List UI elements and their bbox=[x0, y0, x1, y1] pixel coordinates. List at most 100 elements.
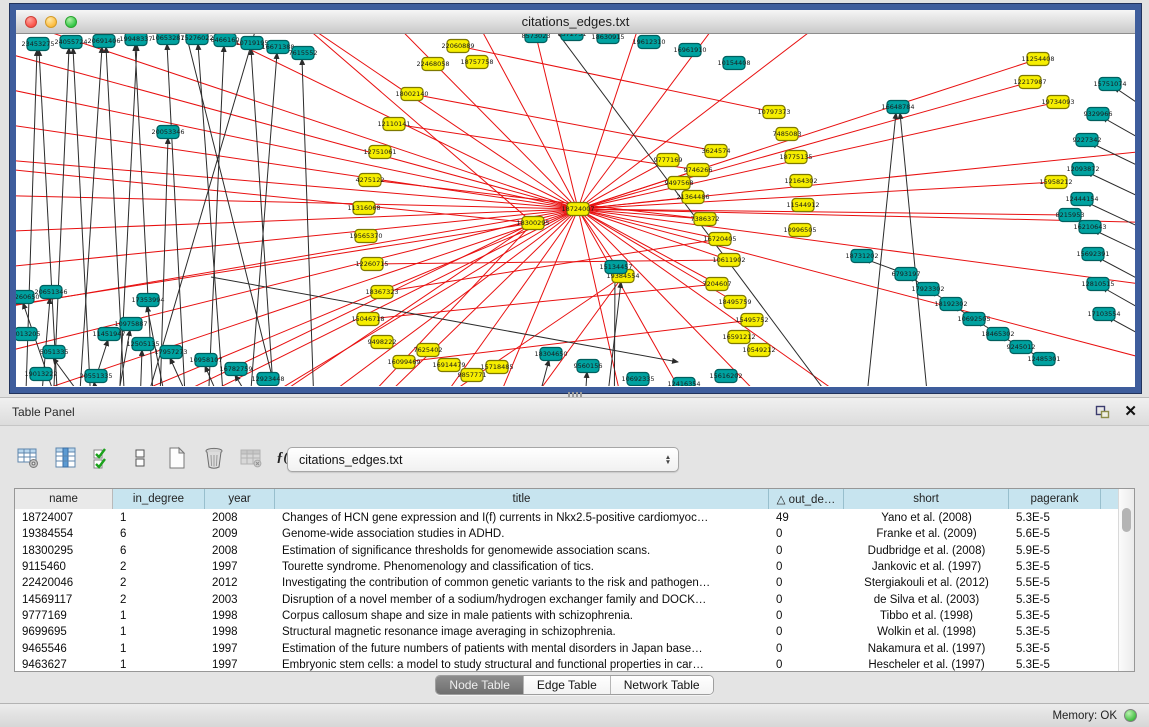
graph-node[interactable]: 15276022 bbox=[180, 34, 213, 45]
table-row[interactable]: 1830029562008Estimation of significance … bbox=[15, 543, 1118, 559]
show-columns-icon[interactable] bbox=[53, 445, 79, 471]
column-header-in-degree[interactable]: in_degree bbox=[113, 489, 205, 509]
graph-node[interactable]: 17353994 bbox=[131, 294, 164, 307]
graph-node[interactable]: 10692505 bbox=[957, 313, 990, 326]
graph-node[interactable]: 9013205 bbox=[16, 328, 40, 341]
graph-node[interactable]: 18300295 bbox=[516, 217, 549, 230]
graph-node[interactable]: 15958212 bbox=[1039, 176, 1072, 189]
column-header-pagerank[interactable]: pagerank bbox=[1009, 489, 1101, 509]
minimize-button[interactable] bbox=[45, 16, 57, 28]
table-selector-dropdown[interactable]: citations_edges.txt ▲▼ bbox=[287, 447, 679, 472]
table-row[interactable]: 1456911722003Disruption of a novel membe… bbox=[15, 591, 1118, 607]
graph-node[interactable]: 19013222 bbox=[24, 368, 57, 381]
graph-node[interactable]: 16648784 bbox=[881, 101, 914, 114]
graph-node[interactable]: 16961910 bbox=[673, 44, 706, 57]
graph-node[interactable]: 18002140 bbox=[395, 88, 428, 101]
table-row[interactable]: 1872400712008Changes of HCN gene express… bbox=[15, 510, 1118, 526]
column-header-name[interactable]: name bbox=[15, 489, 113, 509]
graph-node[interactable]: 11544912 bbox=[786, 199, 819, 212]
graph-node[interactable]: 9245012 bbox=[1007, 341, 1036, 354]
graph-node[interactable]: 16210643 bbox=[1073, 221, 1106, 234]
table-row[interactable]: 977716911998Corpus callosum shape and si… bbox=[15, 608, 1118, 624]
float-panel-icon[interactable] bbox=[1095, 405, 1110, 419]
graph-node[interactable]: 12444154 bbox=[1065, 193, 1098, 206]
column-header-out-degree[interactable]: △ out_de… bbox=[769, 489, 844, 509]
graph-node[interactable]: 10611902 bbox=[712, 254, 745, 267]
zoom-button[interactable] bbox=[65, 16, 77, 28]
graph-node[interactable]: 22468058 bbox=[416, 58, 449, 71]
graph-node[interactable]: 24055724 bbox=[54, 36, 87, 49]
graph-node[interactable]: 16591212 bbox=[722, 331, 755, 344]
graph-node[interactable]: 15616202 bbox=[709, 370, 742, 383]
graph-node[interactable]: 18630915 bbox=[591, 34, 624, 44]
graph-node[interactable]: 19734093 bbox=[1041, 96, 1074, 109]
close-button[interactable] bbox=[25, 16, 37, 28]
graph-node[interactable]: 16914479 bbox=[432, 359, 465, 372]
graph-node[interactable]: 12093872 bbox=[1066, 163, 1099, 176]
graph-node[interactable]: 6793197 bbox=[892, 268, 921, 281]
graph-node[interactable]: 18775135 bbox=[779, 151, 812, 164]
graph-node[interactable]: 19612310 bbox=[632, 36, 665, 49]
graph-node[interactable]: 15495752 bbox=[735, 314, 768, 327]
graph-node[interactable]: 19565370 bbox=[349, 230, 382, 243]
graph-node[interactable]: 11451947 bbox=[92, 328, 125, 341]
graph-node[interactable]: 9560156 bbox=[574, 360, 603, 373]
graph-node[interactable]: 18465302 bbox=[981, 328, 1014, 341]
new-table-icon[interactable] bbox=[164, 445, 190, 471]
graph-node[interactable]: 7386372 bbox=[691, 213, 720, 226]
delete-trash-icon[interactable] bbox=[201, 445, 227, 471]
vertical-scrollbar[interactable] bbox=[1118, 489, 1134, 671]
graph-node[interactable]: 7615552 bbox=[289, 47, 318, 60]
graph-node[interactable]: 18757758 bbox=[460, 56, 493, 69]
graph-node[interactable]: 12416354 bbox=[667, 378, 700, 387]
graph-node[interactable]: 10692335 bbox=[621, 373, 654, 386]
graph-node[interactable]: 5051335 bbox=[40, 346, 69, 359]
graph-node[interactable]: 7625402 bbox=[414, 344, 443, 357]
graph-node[interactable]: 10958107 bbox=[189, 354, 222, 367]
close-panel-icon[interactable]: ✕ bbox=[1124, 405, 1137, 419]
graph-node[interactable]: 12260715 bbox=[355, 258, 388, 271]
table-row[interactable]: 1938455462009Genome-wide association stu… bbox=[15, 526, 1118, 542]
graph-node[interactable]: 9777169 bbox=[654, 154, 683, 167]
graph-node[interactable]: 15046718 bbox=[351, 313, 384, 326]
graph-node[interactable]: 7204607 bbox=[703, 278, 732, 291]
table-row[interactable]: 911546021997Tourette syndrome. Phenomeno… bbox=[15, 559, 1118, 575]
graph-node[interactable]: 4275122 bbox=[356, 174, 385, 187]
graph-node[interactable]: 17923302 bbox=[911, 283, 944, 296]
table-row[interactable]: 969969511998Structural magnetic resonanc… bbox=[15, 624, 1118, 640]
graph-node[interactable]: 9227342 bbox=[1073, 134, 1102, 147]
table-row[interactable]: 946554611997Estimation of the future num… bbox=[15, 640, 1118, 656]
deselect-all-icon[interactable] bbox=[127, 445, 153, 471]
graph-node[interactable]: 9746266 bbox=[684, 164, 713, 177]
graph-node[interactable]: 12110141 bbox=[377, 118, 410, 131]
select-all-icon[interactable] bbox=[90, 445, 116, 471]
graph-node[interactable]: 10797373 bbox=[757, 106, 790, 119]
network-window-titlebar[interactable]: citations_edges.txt bbox=[16, 10, 1135, 34]
table-row[interactable]: 2242004622012Investigating the contribut… bbox=[15, 575, 1118, 591]
table-settings-icon[interactable] bbox=[16, 445, 42, 471]
graph-node[interactable]: 18367323 bbox=[365, 286, 398, 299]
table-row[interactable]: 946362711997Embryonic stem cells: a mode… bbox=[15, 657, 1118, 672]
graph-node[interactable]: 3624574 bbox=[702, 145, 731, 158]
graph-node[interactable]: 9329966 bbox=[1084, 108, 1113, 121]
graph-node[interactable]: 12751061 bbox=[363, 146, 396, 159]
graph-node[interactable]: 15692391 bbox=[1076, 248, 1109, 261]
graph-node[interactable]: 11316068 bbox=[347, 202, 380, 215]
graph-node[interactable]: 9498222 bbox=[368, 336, 397, 349]
graph-node[interactable]: 17103554 bbox=[1087, 308, 1120, 321]
graph-node[interactable]: 19948337 bbox=[119, 34, 152, 46]
graph-node[interactable]: 12923448 bbox=[251, 373, 284, 386]
graph-node[interactable]: 10996505 bbox=[783, 224, 816, 237]
column-header-year[interactable]: year bbox=[205, 489, 275, 509]
graph-node[interactable]: 23453275 bbox=[21, 38, 54, 51]
graph-node[interactable]: 11254408 bbox=[1021, 53, 1054, 66]
graph-node[interactable]: 9572731 bbox=[558, 34, 587, 41]
column-header-title[interactable]: title bbox=[275, 489, 769, 509]
graph-node[interactable]: 15751074 bbox=[1093, 78, 1126, 91]
graph-node[interactable]: 10549212 bbox=[742, 344, 775, 357]
tab-node-table[interactable]: Node Table bbox=[436, 676, 524, 694]
graph-node[interactable]: 20691406 bbox=[87, 35, 120, 48]
tab-network-table[interactable]: Network Table bbox=[611, 676, 713, 694]
graph-node[interactable]: 20053346 bbox=[151, 126, 184, 139]
graph-node[interactable]: 12485301 bbox=[1027, 353, 1060, 366]
